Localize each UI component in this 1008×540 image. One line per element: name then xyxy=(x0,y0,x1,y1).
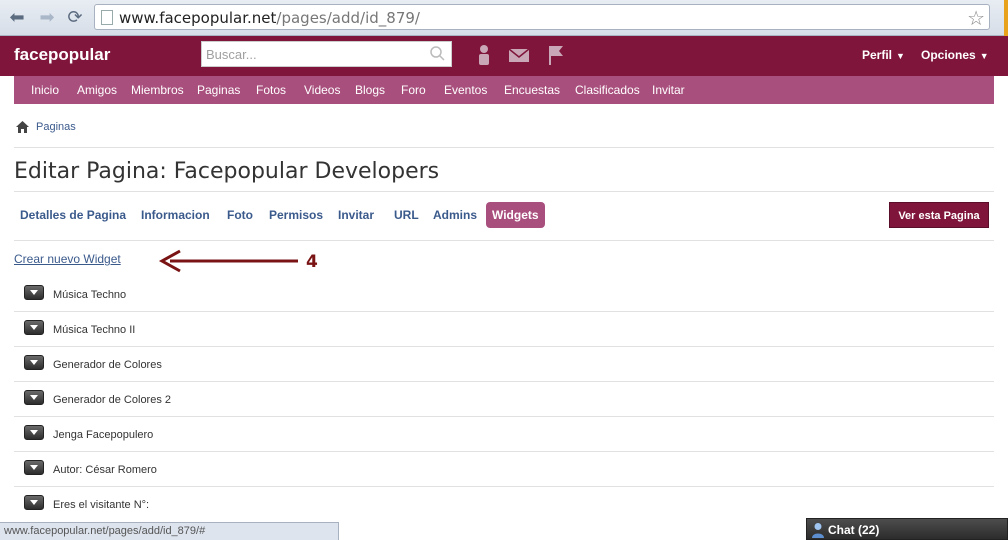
widget-row: Jenga Facepopulero xyxy=(14,417,994,452)
widget-row: Música Techno II xyxy=(14,312,994,347)
nav-item-foro[interactable]: Foro xyxy=(401,83,426,97)
back-icon[interactable]: ⬅ xyxy=(6,7,28,29)
nav-item-videos[interactable]: Videos xyxy=(304,83,340,97)
site-logo[interactable]: facepopular xyxy=(14,45,110,65)
main-nav: Inicio Amigos Miembros Paginas Fotos Vid… xyxy=(14,76,994,104)
tab-detalles[interactable]: Detalles de Pagina xyxy=(20,208,126,222)
view-page-button[interactable]: Ver esta Pagina xyxy=(889,202,989,228)
tab-invitar[interactable]: Invitar xyxy=(338,208,374,222)
divider xyxy=(14,191,994,192)
address-url: www.facepopular.net/pages/add/id_879/ xyxy=(119,9,420,27)
search-input[interactable] xyxy=(202,42,422,66)
create-widget-link[interactable]: Crear nuevo Widget xyxy=(14,252,121,266)
divider xyxy=(14,147,994,148)
chat-user-icon xyxy=(812,523,824,538)
widget-name: Eres el visitante N°: xyxy=(53,499,150,511)
expand-icon[interactable] xyxy=(24,320,44,335)
tab-widgets[interactable]: Widgets xyxy=(486,202,545,228)
home-icon[interactable] xyxy=(16,121,29,133)
breadcrumb-paginas[interactable]: Paginas xyxy=(36,121,76,133)
nav-item-clasificados[interactable]: Clasificados xyxy=(575,83,640,97)
page-title: Editar Pagina: Facepopular Developers xyxy=(14,159,440,184)
nav-item-amigos[interactable]: Amigos xyxy=(77,83,117,97)
nav-item-paginas[interactable]: Paginas xyxy=(197,83,240,97)
expand-icon[interactable] xyxy=(24,460,44,475)
site-header: facepopular Perfil▼ Opciones▼ xyxy=(0,36,1008,76)
opciones-menu[interactable]: Opciones ▼ xyxy=(921,48,989,62)
search-icon[interactable] xyxy=(429,45,445,61)
chevron-down-icon: ▼ xyxy=(896,51,905,61)
tab-foto[interactable]: Foto xyxy=(227,208,253,222)
nav-item-eventos[interactable]: Eventos xyxy=(444,83,487,97)
expand-icon[interactable] xyxy=(24,495,44,510)
messages-icon[interactable] xyxy=(507,43,531,67)
widget-row: Generador de Colores xyxy=(14,347,994,382)
tab-informacion[interactable]: Informacion xyxy=(141,208,210,222)
widget-name: Música Techno II xyxy=(53,324,136,336)
nav-item-inicio[interactable]: Inicio xyxy=(31,83,59,97)
nav-item-blogs[interactable]: Blogs xyxy=(355,83,385,97)
widget-row: Generador de Colores 2 xyxy=(14,382,994,417)
reload-icon[interactable]: ⟳ xyxy=(64,7,86,29)
browser-toolbar: ⬅ ➡ ⟳ www.facepopular.net/pages/add/id_8… xyxy=(0,0,1008,36)
widget-row: Autor: César Romero xyxy=(14,452,994,487)
chevron-down-icon: ▼ xyxy=(979,51,989,61)
address-bar[interactable]: www.facepopular.net/pages/add/id_879/ ☆ xyxy=(94,4,990,30)
nav-item-invitar[interactable]: Invitar xyxy=(652,83,685,97)
page-icon xyxy=(101,10,113,25)
widget-name: Generador de Colores 2 xyxy=(53,394,172,406)
expand-icon[interactable] xyxy=(24,355,44,370)
chat-bar[interactable]: Chat (22) xyxy=(806,518,1008,540)
bookmark-star-icon[interactable]: ☆ xyxy=(967,6,985,30)
expand-icon[interactable] xyxy=(24,390,44,405)
friend-requests-icon[interactable] xyxy=(472,43,496,67)
widget-name: Generador de Colores xyxy=(53,359,162,371)
chat-label: Chat (22) xyxy=(828,523,880,537)
nav-item-miembros[interactable]: Miembros xyxy=(131,83,184,97)
search-box[interactable] xyxy=(201,41,452,67)
forward-icon[interactable]: ➡ xyxy=(36,7,58,29)
tab-url[interactable]: URL xyxy=(394,208,419,222)
nav-item-fotos[interactable]: Fotos xyxy=(256,83,286,97)
widget-row: Música Techno xyxy=(14,277,994,312)
window-edge xyxy=(1004,0,1008,36)
annotation-number: 4 xyxy=(306,252,318,272)
nav-item-encuestas[interactable]: Encuestas xyxy=(504,83,560,97)
expand-icon[interactable] xyxy=(24,285,44,300)
widget-name: Música Techno xyxy=(53,289,127,301)
tab-permisos[interactable]: Permisos xyxy=(269,208,323,222)
browser-status-bar: www.facepopular.net/pages/add/id_879/# xyxy=(0,522,339,540)
notifications-flag-icon[interactable] xyxy=(545,43,569,67)
widget-name: Jenga Facepopulero xyxy=(53,429,154,441)
perfil-menu[interactable]: Perfil ▼ xyxy=(862,48,905,62)
tab-admins[interactable]: Admins xyxy=(433,208,477,222)
divider xyxy=(14,240,994,241)
annotation-arrow: 4 xyxy=(158,249,318,273)
widget-name: Autor: César Romero xyxy=(53,464,157,476)
widget-row: Eres el visitante N°: xyxy=(14,487,994,522)
expand-icon[interactable] xyxy=(24,425,44,440)
